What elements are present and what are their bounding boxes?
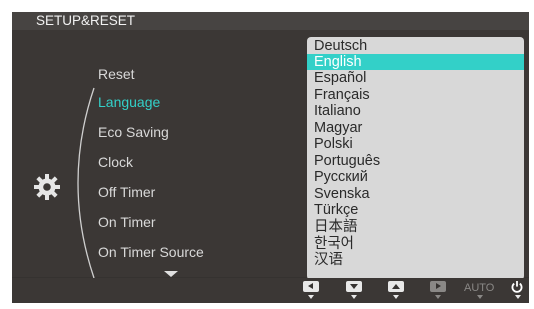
osd-window: SETUP&RESET Reset Language : Eco Saving … [12, 12, 529, 303]
settings-gear-icon [34, 174, 60, 200]
menu-item-eco-saving[interactable]: Eco Saving [98, 122, 169, 142]
auto-tick-icon [477, 295, 483, 299]
language-option-polski[interactable]: Polski [307, 136, 524, 152]
menu-title: SETUP&RESET [36, 13, 136, 28]
up-button[interactable] [384, 281, 410, 301]
language-option-korean[interactable]: 한국어 [307, 236, 524, 252]
left-button[interactable] [299, 281, 325, 301]
power-icon [511, 281, 523, 293]
language-dropdown[interactable]: Deutsch English Español Français Italian… [307, 37, 524, 280]
language-option-english[interactable]: English [307, 54, 524, 70]
menu-item-off-timer[interactable]: Off Timer [98, 182, 155, 202]
up-tick-icon [393, 295, 399, 299]
language-option-italiano[interactable]: Italiano [307, 103, 524, 119]
language-option-svenska[interactable]: Svenska [307, 186, 524, 202]
language-option-turkce[interactable]: Türkçe [307, 202, 524, 218]
language-option-chinese[interactable]: 汉语 [307, 252, 524, 268]
control-bar: AUTO [12, 278, 529, 303]
power-tick-icon [515, 295, 521, 299]
language-option-japanese[interactable]: 日本語 [307, 219, 524, 235]
menu-item-clock[interactable]: Clock [98, 152, 133, 172]
scroll-down-arrow-icon[interactable] [164, 271, 178, 277]
down-button[interactable] [342, 281, 368, 301]
menu-item-on-timer[interactable]: On Timer [98, 212, 156, 232]
title-bar: SETUP&RESET [12, 12, 529, 30]
enter-button[interactable] [426, 281, 452, 301]
language-option-deutsch[interactable]: Deutsch [307, 38, 524, 54]
language-option-espanol[interactable]: Español [307, 70, 524, 86]
down-tick-icon [351, 295, 357, 299]
language-option-francais[interactable]: Français [307, 87, 524, 103]
language-option-magyar[interactable]: Magyar [307, 120, 524, 136]
left-tick-icon [308, 295, 314, 299]
auto-button[interactable]: AUTO [464, 281, 498, 301]
auto-label: AUTO [464, 282, 495, 294]
language-option-portugues[interactable]: Português [307, 153, 524, 169]
language-option-russian[interactable]: Русский [307, 169, 524, 185]
menu-item-on-timer-source[interactable]: On Timer Source [98, 242, 204, 262]
enter-tick-icon [435, 295, 441, 299]
power-button[interactable] [506, 281, 532, 301]
menu-item-reset[interactable]: Reset [98, 64, 135, 84]
menu-item-language[interactable]: Language [98, 92, 160, 112]
